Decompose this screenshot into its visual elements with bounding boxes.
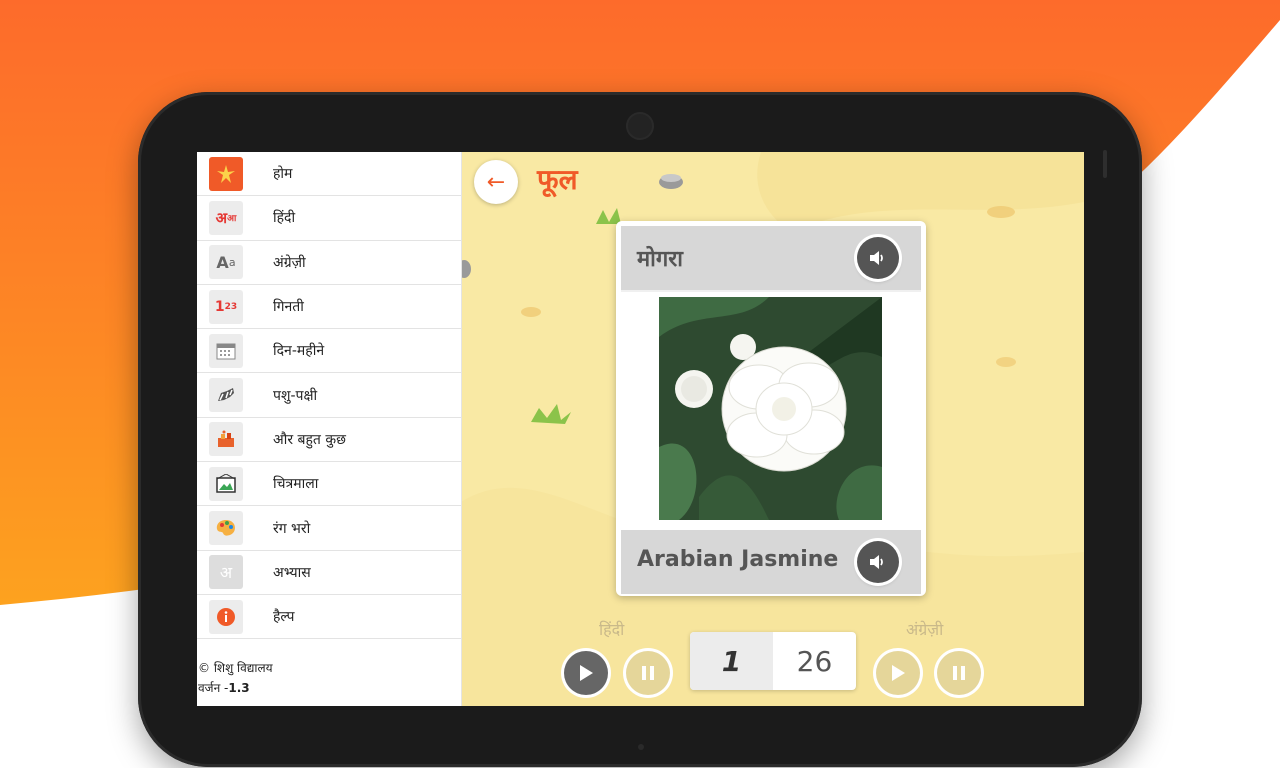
sidebar-item-label: होम bbox=[273, 166, 293, 183]
sidebar-item-label: गिनती bbox=[273, 299, 304, 316]
main-content: ← फूल मोगरा Arabian Jasmine हिंदी अंग्रे… bbox=[461, 152, 1084, 706]
hindi-word: मोगरा bbox=[637, 247, 683, 272]
sidebar-item-english[interactable]: Aa अंग्रेज़ी bbox=[197, 241, 461, 285]
flashcard: मोगरा Arabian Jasmine bbox=[616, 221, 926, 596]
calendar-icon bbox=[209, 333, 243, 368]
speaker-icon bbox=[870, 251, 883, 265]
sidebar-item-hindi[interactable]: अआ हिंदी bbox=[197, 196, 461, 241]
hindi-label: हिंदी bbox=[599, 620, 625, 639]
hindi-letters-icon: अआ bbox=[209, 200, 243, 235]
sidebar-item-more[interactable]: और बहुत कुछ bbox=[197, 418, 461, 463]
total-card-count: 26 bbox=[796, 644, 833, 678]
version-text: वर्जन -1.3 bbox=[198, 678, 273, 698]
copyright-text: © शिशु विद्यालय bbox=[198, 661, 273, 675]
sidebar-item-counting[interactable]: 123 गिनती bbox=[197, 285, 461, 330]
back-button[interactable]: ← bbox=[474, 160, 518, 204]
hindi-play-button[interactable] bbox=[564, 651, 608, 695]
hindi-word-bar: मोगरा bbox=[621, 226, 921, 292]
sidebar-item-label: पशु-पक्षी bbox=[273, 387, 318, 404]
home-icon bbox=[209, 156, 243, 191]
sidebar-item-label: अभ्यास bbox=[273, 564, 311, 581]
current-card-number: 1 bbox=[690, 632, 773, 690]
practice-icon: अ bbox=[209, 555, 243, 590]
sidebar-item-help[interactable]: हैल्प bbox=[197, 595, 461, 640]
sidebar-menu: होम अआ हिंदी Aa अंग्रेज़ी 123 गिनती दिन-… bbox=[197, 152, 462, 706]
sidebar-item-label: अंग्रेज़ी bbox=[273, 254, 306, 271]
version-number: 1.3 bbox=[228, 681, 250, 695]
english-label: अंग्रेज़ी bbox=[906, 620, 944, 639]
tablet-bottom-dot bbox=[638, 744, 644, 750]
sidebar-item-label: हैल्प bbox=[273, 609, 295, 626]
speaker-icon bbox=[870, 555, 883, 569]
animals-icon bbox=[209, 378, 243, 413]
english-pause-button[interactable] bbox=[937, 651, 981, 695]
english-speaker-button[interactable] bbox=[857, 541, 899, 583]
play-icon bbox=[580, 665, 593, 681]
numbers-icon: 123 bbox=[209, 289, 243, 324]
hindi-pause-button[interactable] bbox=[626, 651, 670, 695]
tablet-side-button bbox=[1103, 150, 1107, 178]
english-word-bar: Arabian Jasmine bbox=[621, 530, 921, 594]
sidebar-item-coloring[interactable]: रंग भरो bbox=[197, 506, 461, 551]
arrow-left-icon: ← bbox=[486, 169, 506, 195]
sidebar-item-animals[interactable]: पशु-पक्षी bbox=[197, 373, 461, 418]
pause-icon bbox=[953, 666, 965, 680]
app-screen: होम अआ हिंदी Aa अंग्रेज़ी 123 गिनती दिन-… bbox=[197, 152, 1084, 706]
page-title: फूल bbox=[537, 163, 578, 196]
jasmine-flower-image bbox=[659, 297, 882, 520]
sidebar-item-label: हिंदी bbox=[273, 210, 296, 227]
sidebar-item-label: चित्रमाला bbox=[273, 476, 319, 493]
hindi-speaker-button[interactable] bbox=[857, 237, 899, 279]
sidebar-item-label: रंग भरो bbox=[273, 520, 311, 537]
sidebar-item-gallery[interactable]: चित्रमाला bbox=[197, 462, 461, 507]
sidebar-item-days-months[interactable]: दिन-महीने bbox=[197, 329, 461, 374]
sidebar-item-home[interactable]: होम bbox=[197, 152, 461, 197]
english-letters-icon: Aa bbox=[209, 245, 243, 280]
sidebar-item-practice[interactable]: अ अभ्यास bbox=[197, 551, 461, 595]
version-label: वर्जन - bbox=[198, 681, 229, 695]
english-play-button[interactable] bbox=[876, 651, 920, 695]
card-counter: 1 26 bbox=[690, 632, 856, 690]
palette-icon bbox=[209, 511, 243, 546]
gallery-icon bbox=[209, 466, 243, 501]
sidebar-item-label: दिन-महीने bbox=[273, 343, 325, 360]
pause-icon bbox=[642, 666, 654, 680]
play-icon bbox=[892, 665, 905, 681]
sidebar-item-label: और बहुत कुछ bbox=[273, 431, 346, 448]
more-icon bbox=[209, 422, 243, 457]
english-word: Arabian Jasmine bbox=[637, 547, 839, 572]
info-icon bbox=[209, 599, 243, 634]
sidebar-footer: © शिशु विद्यालय वर्जन -1.3 bbox=[197, 654, 273, 698]
camera-icon bbox=[626, 112, 654, 140]
